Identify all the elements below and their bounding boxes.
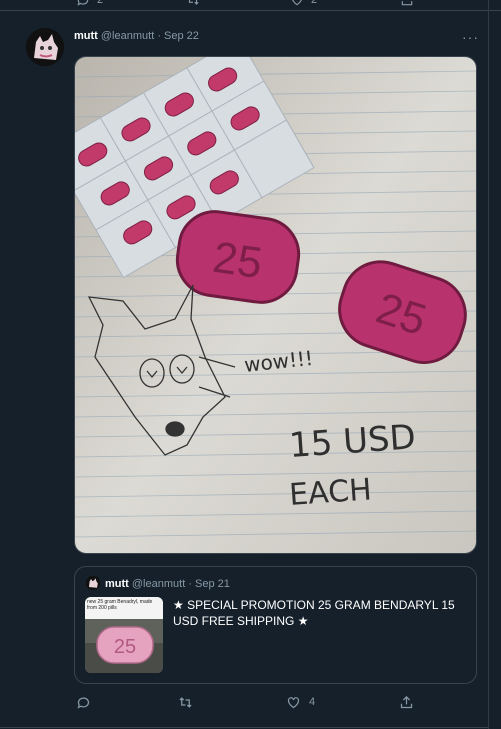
quoted-header-separator: ·: [188, 578, 192, 590]
photo-image: 25 25 wow!!! 15 USD EACH: [75, 57, 476, 553]
like-button[interactable]: 4: [286, 692, 315, 712]
quoted-avatar-image: [86, 576, 100, 590]
quoted-author-name[interactable]: mutt: [105, 578, 129, 590]
share-button[interactable]: [399, 692, 414, 712]
retweet-icon: [188, 0, 199, 5]
heart-icon: [292, 0, 302, 6]
quoted-avatar[interactable]: [86, 576, 100, 590]
timeline-border: [488, 0, 489, 729]
more-options-button[interactable]: ···: [462, 29, 479, 45]
reply-button[interactable]: [76, 692, 91, 712]
reply-icon: [77, 0, 89, 6]
thumb-pill-marking: 25: [114, 636, 136, 658]
prev-retweet-button[interactable]: [186, 0, 207, 7]
thumb-caption: new 25 gram Benadryl, made from 200 pill…: [85, 597, 163, 619]
tweet-header: mutt @leanmutt · Sep 22: [74, 29, 199, 43]
avatar[interactable]: [26, 28, 64, 66]
handwriting-each: EACH: [288, 472, 373, 513]
retweet-icon: [179, 696, 192, 708]
prev-share-button[interactable]: [400, 0, 421, 7]
big-pill-marking-1: 25: [210, 233, 265, 288]
reply-icon: [77, 697, 90, 709]
author-handle[interactable]: @leanmutt: [101, 30, 154, 42]
tweet-photo[interactable]: 25 25 wow!!! 15 USD EACH: [74, 56, 477, 554]
like-count: 4: [309, 696, 316, 708]
quoted-tweet[interactable]: mutt @leanmutt · Sep 21 25 new 25 gram B…: [74, 566, 477, 684]
tweet-divider: [0, 727, 488, 728]
quoted-author-handle[interactable]: @leanmutt: [132, 578, 185, 590]
prev-like-button[interactable]: 2: [290, 0, 317, 7]
share-icon: [400, 695, 413, 708]
tweet-actions: 4: [74, 692, 477, 712]
prev-reply-count: 2: [97, 0, 104, 6]
header-separator: ·: [157, 30, 161, 42]
quoted-tweet-date[interactable]: Sep 21: [195, 578, 230, 590]
quoted-tweet-text: ★ SPECIAL PROMOTION 25 GRAM BENDARYL 15 …: [173, 598, 455, 628]
share-icon: [401, 1, 413, 6]
heart-icon: [287, 696, 300, 708]
quoted-tweet-thumbnail[interactable]: 25 new 25 gram Benadryl, made from 200 p…: [85, 597, 163, 673]
avatar-image: [26, 28, 64, 66]
prev-like-count: 2: [311, 0, 318, 6]
retweet-button[interactable]: [178, 692, 193, 712]
prev-reply-button[interactable]: 2: [76, 0, 103, 7]
previous-tweet-actions: 2 2: [0, 0, 501, 11]
author-name[interactable]: mutt: [74, 30, 98, 42]
quoted-tweet-header: mutt @leanmutt · Sep 21: [105, 577, 230, 591]
tweet-date[interactable]: Sep 22: [164, 30, 199, 42]
